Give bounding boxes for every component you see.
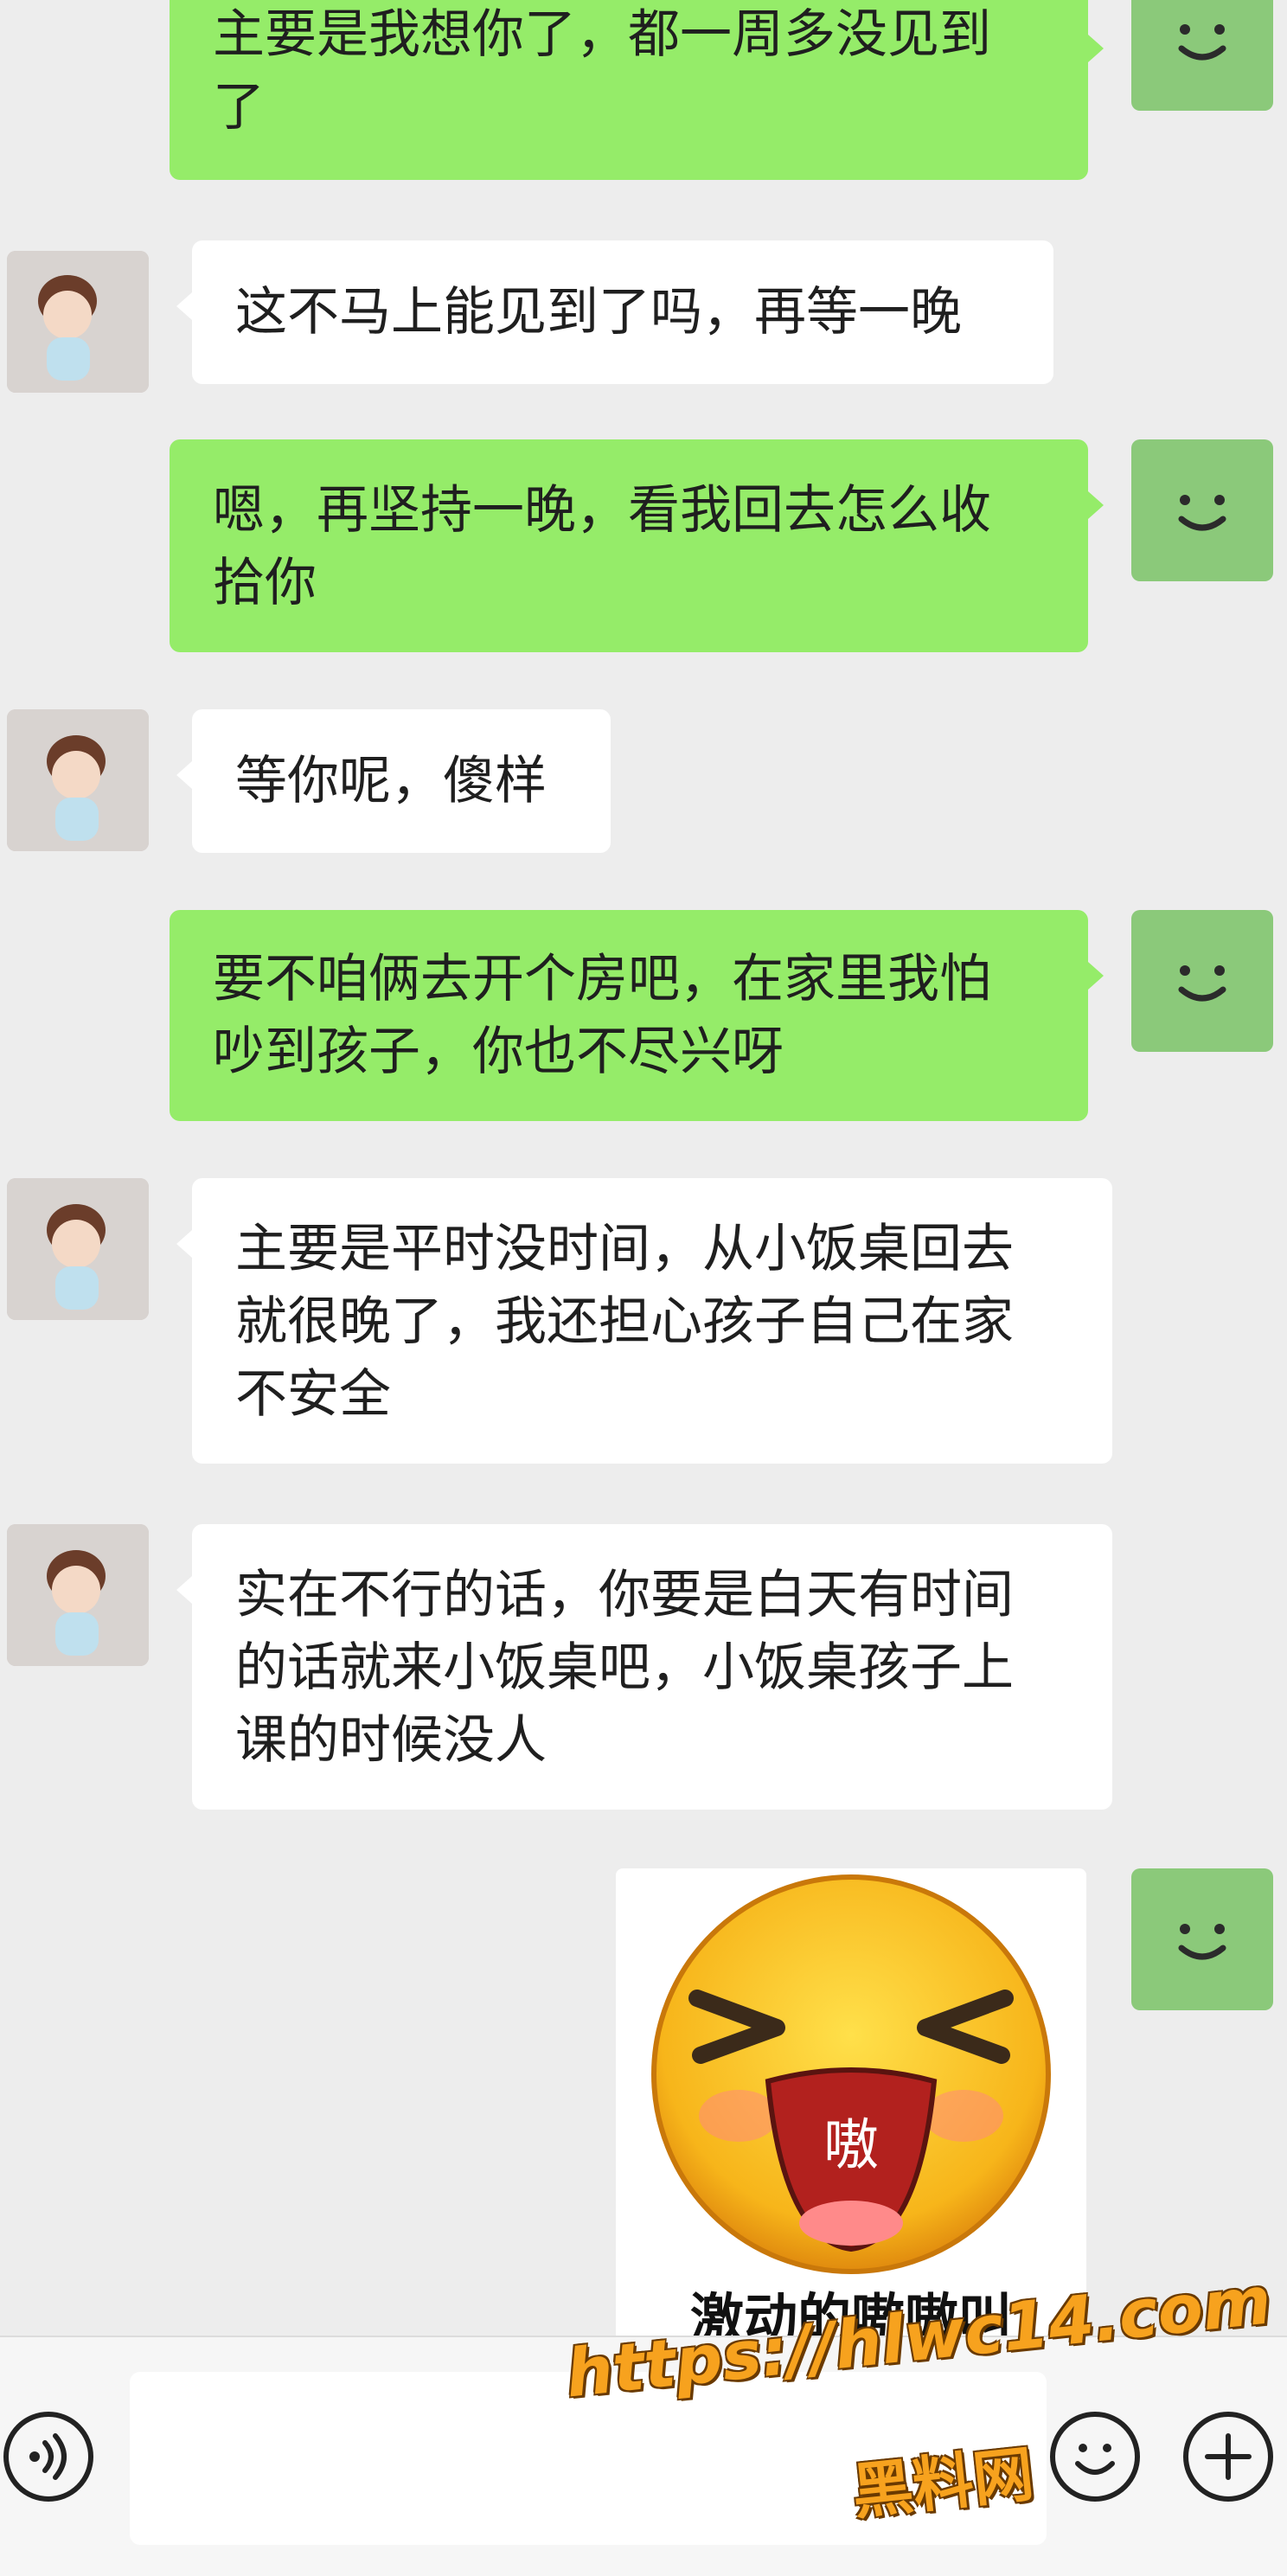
message-line: 吵到孩子，你也不尽兴呀 xyxy=(213,1022,784,1082)
my-avatar[interactable] xyxy=(1131,1868,1273,2010)
message-line: 要不咱俩去开个房吧，在家里我怕 xyxy=(213,949,991,1009)
sticker-message[interactable]: 嗷 激动的嗷嗷叫 xyxy=(616,1868,1086,2353)
peer-avatar[interactable] xyxy=(7,1178,149,1320)
plus-button[interactable] xyxy=(1183,2412,1273,2502)
peer-avatar[interactable] xyxy=(7,1524,149,1666)
message-bubble-me[interactable]: 主要是我想你了，都一周多没见到 了 xyxy=(170,0,1104,180)
my-avatar[interactable] xyxy=(1131,910,1273,1052)
message-line: 的话就来小饭桌吧，小饭桌孩子上 xyxy=(235,1637,1014,1698)
message-line: 主要是我想你了，都一周多没见到 xyxy=(213,4,991,65)
emoji-icon xyxy=(1075,2444,1115,2475)
voice-icon xyxy=(29,2433,67,2480)
message-bubble-peer[interactable]: 这不马上能见到了吗，再等一晚 xyxy=(176,240,1053,384)
my-avatar[interactable] xyxy=(1131,439,1273,581)
message-line: 了 xyxy=(213,77,265,138)
sticker-mouth-text: 嗷 xyxy=(823,2114,879,2178)
message-line: 等你呢，傻样 xyxy=(235,751,547,811)
message-line: 不安全 xyxy=(235,1364,391,1425)
message-line: 主要是平时没时间，从小饭桌回去 xyxy=(235,1219,1014,1279)
message-bubble-peer[interactable]: 实在不行的话，你要是白天有时间 的话就来小饭桌吧，小饭桌孩子上 课的时候没人 xyxy=(176,1524,1112,1810)
excited-emoji-sticker: 嗷 xyxy=(651,1874,1051,2274)
message-bubble-me[interactable]: 嗯，再坚持一晚，看我回去怎么收 拾你 xyxy=(170,439,1104,652)
message-line: 拾你 xyxy=(213,553,317,613)
voice-button[interactable] xyxy=(3,2412,93,2502)
peer-avatar[interactable] xyxy=(7,709,149,851)
message-line: 嗯，再坚持一晚，看我回去怎么收 xyxy=(213,480,991,541)
message-bubble-peer[interactable]: 主要是平时没时间，从小饭桌回去 就很晚了，我还担心孩子自己在家 不安全 xyxy=(176,1178,1112,1464)
message-bubble-peer[interactable]: 等你呢，傻样 xyxy=(176,709,611,853)
message-bubble-me[interactable]: 要不咱俩去开个房吧，在家里我怕 吵到孩子，你也不尽兴呀 xyxy=(170,910,1104,1121)
peer-avatar[interactable] xyxy=(7,251,149,393)
message-line: 这不马上能见到了吗，再等一晚 xyxy=(235,282,962,343)
emoji-button[interactable] xyxy=(1050,2412,1140,2502)
my-avatar[interactable] xyxy=(1131,0,1273,111)
message-line: 课的时候没人 xyxy=(235,1710,547,1771)
plus-icon xyxy=(1205,2433,1252,2480)
message-line: 就很晚了，我还担心孩子自己在家 xyxy=(235,1291,1014,1352)
message-line: 实在不行的话，你要是白天有时间 xyxy=(235,1565,1014,1625)
